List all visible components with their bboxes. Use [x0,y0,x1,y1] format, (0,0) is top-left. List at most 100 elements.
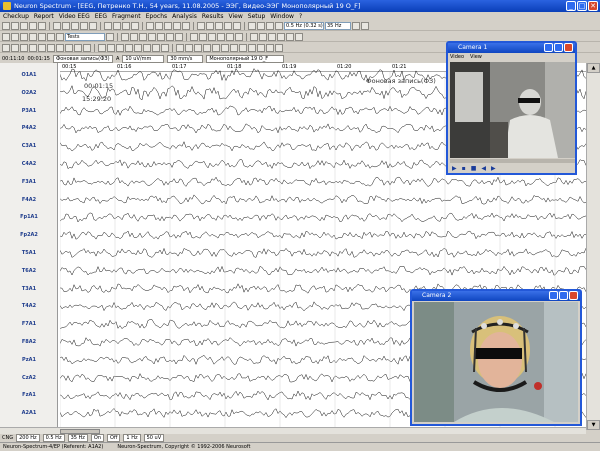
menu-item-checkup[interactable]: Checkup [3,13,29,20]
stop-icon[interactable]: ■ [471,165,477,172]
off-select[interactable]: Off [107,434,121,442]
channel-label-t6a2[interactable]: T6A2 [0,266,58,276]
channel-label-fp2a2[interactable]: Fp2A2 [0,230,58,240]
tool-icon[interactable] [161,43,169,52]
play-icon[interactable] [268,32,276,41]
montage-icon[interactable] [122,21,130,30]
camera-1-seekbar[interactable] [450,159,575,163]
montage-icon[interactable] [113,21,121,30]
tool-icon[interactable] [194,43,202,52]
low-cut-select[interactable]: 0.5 Hz [42,434,65,442]
channel-label-t3a1[interactable]: T3A1 [0,284,58,294]
tool-icon[interactable] [83,43,91,52]
menu-item-results[interactable]: Results [202,13,224,20]
tool-icon[interactable] [20,43,28,52]
pause-icon[interactable]: ▪ [462,165,466,172]
zoom-icon[interactable] [155,21,163,30]
freq-low-select[interactable]: 0.5 Hz (0.32 s) [284,21,324,30]
tool-icon[interactable] [139,32,147,41]
channel-label-fp1a1[interactable]: Fp1A1 [0,212,58,222]
menu-item-window[interactable]: Window [270,13,294,20]
scroll-up-icon[interactable]: ▲ [587,63,600,73]
camera-2-window[interactable]: Camera 2 [410,289,582,426]
record-type-select[interactable]: Фоновая запись(ФЗ) [52,54,113,63]
scroll-down-icon[interactable]: ▼ [587,420,600,430]
tool-icon[interactable] [199,32,207,41]
channel-label-c3a1[interactable]: C3A1 [0,141,58,151]
electrode-icon[interactable] [89,21,97,30]
tool-icon[interactable] [230,43,238,52]
channel-label-fza1[interactable]: FzA1 [0,390,58,400]
channel-label-f7a1[interactable]: F7A1 [0,319,58,329]
tool-icon[interactable] [38,43,46,52]
calibration-select[interactable]: 50 uV [143,434,165,442]
record-icon[interactable] [38,21,46,30]
montage-icon[interactable] [104,21,112,30]
maximize-button[interactable]: □ [577,1,587,11]
marker-icon[interactable] [164,21,172,30]
tool-icon[interactable] [125,43,133,52]
menu-item-setup[interactable]: Setup [248,13,265,20]
last-page-icon[interactable] [56,32,64,41]
speed-select[interactable]: 30 mm/s [167,54,204,63]
notch-select[interactable]: On [90,434,105,442]
time-const-select[interactable]: 1 Hz [123,434,141,442]
high-cut-select[interactable]: 35 Hz [67,434,88,442]
prev-icon[interactable] [286,32,294,41]
next-frame-icon[interactable]: ▶ [491,165,496,172]
tool-icon[interactable] [206,21,214,30]
vertical-scrollbar[interactable]: ▲ ▼ [586,63,600,430]
channel-label-cza2[interactable]: CzA2 [0,373,58,383]
menu-item-eeg[interactable]: EEG [95,13,107,20]
tool-icon[interactable] [143,43,151,52]
play-icon[interactable] [29,32,37,41]
horizontal-scrollbar[interactable] [0,427,586,434]
settings-icon[interactable] [266,21,274,30]
close-button[interactable]: ✕ [588,1,598,11]
tool-icon[interactable] [221,43,229,52]
filter-icon[interactable] [361,21,369,30]
tool-icon[interactable] [148,32,156,41]
tool-icon[interactable] [56,43,64,52]
tool-icon[interactable] [175,32,183,41]
menu-item-epochs[interactable]: Epochs [146,13,168,20]
tool-icon[interactable] [11,43,19,52]
tool-icon[interactable] [212,43,220,52]
channel-label-t4a2[interactable]: T4A2 [0,301,58,311]
tool-icon[interactable] [47,43,55,52]
tool-icon[interactable] [130,32,138,41]
tool-icon[interactable] [134,43,142,52]
tool-icon[interactable] [266,43,274,52]
channel-label-p4a2[interactable]: P4A2 [0,123,58,133]
stop-icon[interactable] [277,32,285,41]
settings-icon[interactable] [275,21,283,30]
montage-icon[interactable] [131,21,139,30]
tool-icon[interactable] [152,43,160,52]
tool-icon[interactable] [248,43,256,52]
menu-item-view[interactable]: View [229,13,243,20]
camera-1-window[interactable]: Camera 1 Video View ▶ ▪ ■ ◀ ▶ [446,41,577,175]
electrode-icon[interactable] [71,21,79,30]
tool-icon[interactable] [233,21,241,30]
save-icon[interactable] [20,21,28,30]
camera-icon[interactable] [250,32,258,41]
tool-icon[interactable] [217,32,225,41]
tool-icon[interactable] [197,21,205,30]
tool-icon[interactable] [65,43,73,52]
minimize-button[interactable]: _ [566,1,576,11]
montage-select[interactable]: Монополярный 19 О_F [206,54,285,63]
camera-1-minimize-button[interactable] [544,43,553,52]
tool-icon[interactable] [74,43,82,52]
tool-icon[interactable] [107,43,115,52]
freq-high-select[interactable]: 35 Hz [325,21,351,30]
camera-icon[interactable] [259,32,267,41]
tool-icon[interactable] [257,43,265,52]
camera-1-close-button[interactable] [564,43,573,52]
first-page-icon[interactable] [2,32,10,41]
tool-icon[interactable] [185,43,193,52]
electrode-icon[interactable] [53,21,61,30]
sensitivity-select[interactable]: 10 uV/mm [122,54,165,63]
menu-item-help[interactable]: ? [299,13,302,20]
settings-icon[interactable] [257,21,265,30]
sample-rate-select[interactable]: 200 Hz [16,434,40,442]
